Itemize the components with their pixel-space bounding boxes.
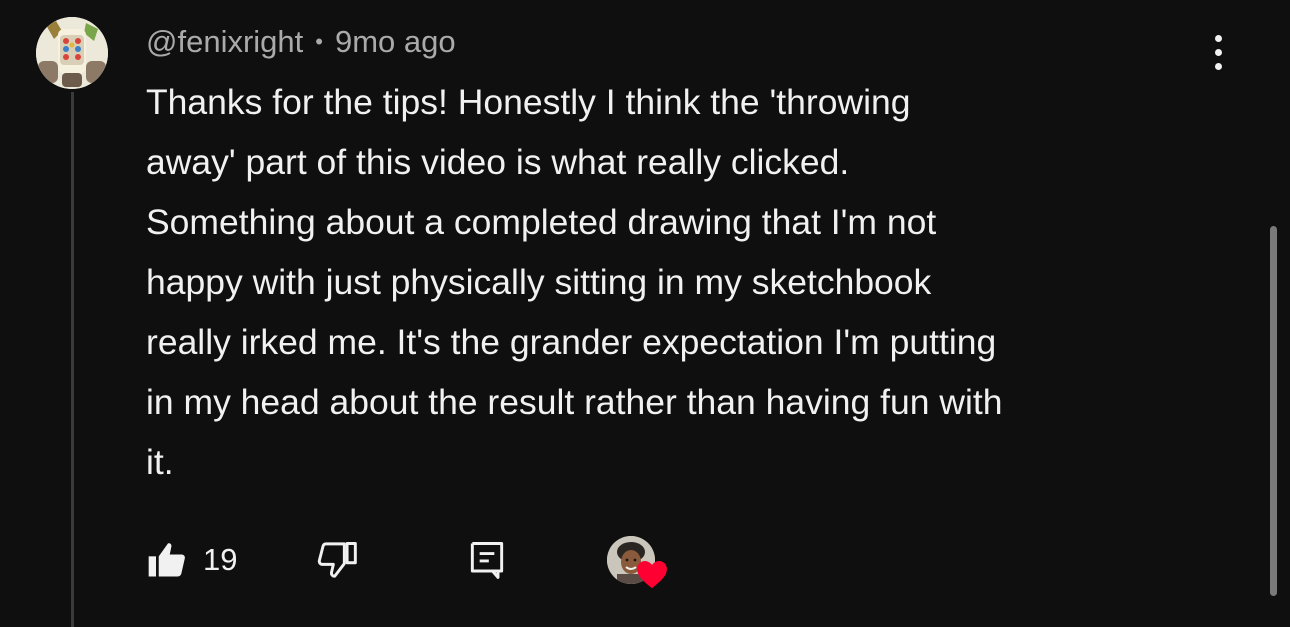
like-count: 19	[203, 542, 238, 577]
thumbs-down-icon	[317, 542, 357, 578]
scrollbar-thumb[interactable]	[1270, 226, 1277, 596]
dislike-button[interactable]	[315, 534, 359, 586]
reply-thread-line	[71, 92, 74, 627]
author-handle[interactable]: @fenixright	[146, 24, 303, 60]
comment-text-line: really irked me. It's the grander expect…	[146, 322, 997, 362]
more-vert-icon-dot	[1214, 62, 1222, 70]
creator-heart-badge	[607, 536, 671, 590]
comment-text-line: away' part of this video is what really …	[146, 142, 850, 182]
thumbs-up-icon	[148, 543, 185, 577]
comment-text-line: Something about a completed drawing that…	[146, 202, 937, 242]
comment-text-line: happy with just physically sitting in my…	[146, 262, 932, 302]
comment-text-line: in my head about the result rather than …	[146, 382, 1003, 422]
comment-header: @fenixright • 9mo ago	[146, 20, 456, 64]
comment-thread: @fenixright • 9mo ago Thanks for the tip…	[0, 0, 1290, 627]
author-avatar[interactable]	[36, 17, 108, 89]
reply-button[interactable]	[465, 534, 509, 586]
more-vert-icon-dot	[1214, 48, 1222, 56]
author-avatar-image	[36, 17, 108, 89]
like-button[interactable]: 19	[145, 534, 237, 586]
comment-action-bar: 19	[145, 534, 705, 589]
comment-text-line: it.	[146, 442, 174, 482]
reply-comment-icon	[470, 542, 504, 579]
comment-body: Thanks for the tips! Honestly I think th…	[146, 72, 1221, 492]
more-vert-icon	[1214, 34, 1222, 42]
comment-menu-button[interactable]	[1196, 30, 1240, 74]
meta-separator: •	[315, 29, 323, 54]
comment-text-line: Thanks for the tips! Honestly I think th…	[146, 82, 911, 122]
heart-icon	[637, 560, 667, 589]
comment-timestamp: 9mo ago	[334, 24, 456, 59]
